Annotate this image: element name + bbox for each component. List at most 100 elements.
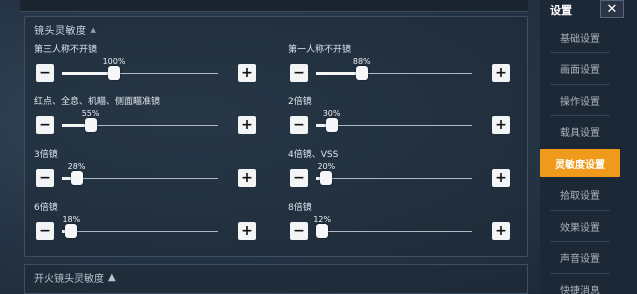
setting-label: 第一人称不开镜 <box>288 45 352 55</box>
slider-track[interactable] <box>62 224 218 238</box>
setting-value: 55% <box>81 109 100 118</box>
setting-label: 红点、全息、机瞄、侧面瞄准镜 <box>34 97 161 107</box>
section-title-camera[interactable]: 镜头灵敏度 ▲ <box>34 22 97 38</box>
sidebar-item[interactable]: 基础设置 <box>540 23 620 51</box>
decrease-button[interactable]: − <box>290 64 308 82</box>
sensitivity-setting: 8倍镜 12% − + <box>288 200 510 250</box>
increase-button[interactable]: + <box>238 222 256 240</box>
decrease-button[interactable]: − <box>36 222 54 240</box>
slider-fill <box>62 72 114 75</box>
slider-thumb[interactable] <box>65 224 78 238</box>
sensitivity-setting: 3倍镜 28% − + <box>34 147 256 197</box>
collapse-caret-icon: ▲ <box>90 25 97 34</box>
minus-icon: − <box>39 223 51 239</box>
plus-icon: + <box>495 65 507 81</box>
slider-thumb[interactable] <box>325 118 338 132</box>
setting-value: 100% <box>102 57 126 66</box>
setting-value: 12% <box>313 215 332 224</box>
sidebar-header: 设置 ✕ <box>540 0 637 20</box>
setting-value: 18% <box>62 215 81 224</box>
minus-icon: − <box>293 223 305 239</box>
section-title-fire[interactable]: 开火镜头灵敏度 ▲ <box>34 270 116 285</box>
sidebar-item[interactable]: 效果设置 <box>540 212 620 240</box>
decrease-button[interactable]: − <box>36 169 54 187</box>
sensitivity-setting: 第一人称不开镜 88% − + <box>288 42 510 92</box>
minus-icon: − <box>39 170 51 186</box>
plus-icon: + <box>495 170 507 186</box>
section-title-label: 镜头灵敏度 <box>34 26 87 37</box>
setting-label: 6倍镜 <box>34 203 58 213</box>
sensitivity-setting: 红点、全息、机瞄、侧面瞄准镜 55% − + <box>34 94 256 144</box>
decrease-button[interactable]: − <box>290 222 308 240</box>
slider-track[interactable] <box>62 66 218 80</box>
settings-screen: 镜头灵敏度 ▲ 第三人称不开镜 100% − + 第一人称不开镜 88% − + 红点、全息、机… <box>0 0 637 294</box>
slider-thumb[interactable] <box>320 171 333 185</box>
close-button[interactable]: ✕ <box>600 0 624 18</box>
sidebar-item[interactable]: 载具设置 <box>540 118 620 146</box>
increase-button[interactable]: + <box>492 222 510 240</box>
minus-icon: − <box>293 65 305 81</box>
setting-label: 3倍镜 <box>34 150 58 160</box>
sidebar-divider <box>550 52 610 53</box>
slider-track[interactable] <box>316 171 472 185</box>
collapse-caret-icon: ▲ <box>108 272 116 283</box>
increase-button[interactable]: + <box>492 64 510 82</box>
plus-icon: + <box>241 117 253 133</box>
sidebar-item[interactable]: 声音设置 <box>540 244 620 272</box>
sidebar-divider <box>550 272 610 274</box>
plus-icon: + <box>495 117 507 133</box>
settings-sidebar: 设置 ✕ 基础设置画面设置操作设置载具设置灵敏度设置拾取设置效果设置声音设置快捷… <box>540 0 637 294</box>
decrease-button[interactable]: − <box>36 64 54 82</box>
close-icon: ✕ <box>606 1 618 17</box>
slider-track[interactable] <box>62 171 218 185</box>
plus-icon: + <box>495 223 507 239</box>
increase-button[interactable]: + <box>238 169 256 187</box>
minus-icon: − <box>39 117 51 133</box>
plus-icon: + <box>241 170 253 186</box>
minus-icon: − <box>293 170 305 186</box>
decrease-button[interactable]: − <box>290 169 308 187</box>
setting-value: 88% <box>352 57 371 66</box>
sidebar-divider <box>550 83 610 85</box>
setting-label: 2倍镜 <box>288 97 312 107</box>
slider-thumb[interactable] <box>70 171 83 185</box>
minus-icon: − <box>293 117 305 133</box>
sidebar-divider <box>550 209 610 211</box>
decrease-button[interactable]: − <box>290 116 308 134</box>
sidebar-item[interactable]: 拾取设置 <box>540 181 620 209</box>
slider-thumb[interactable] <box>84 118 97 132</box>
slider-track[interactable] <box>316 118 472 132</box>
increase-button[interactable]: + <box>492 169 510 187</box>
slider-thumb[interactable] <box>108 66 120 80</box>
sidebar-title: 设置 <box>550 4 572 17</box>
top-strip <box>20 0 528 12</box>
plus-icon: + <box>241 65 253 81</box>
sidebar-item[interactable]: 灵敏度设置 <box>540 149 620 177</box>
increase-button[interactable]: + <box>238 116 256 134</box>
increase-button[interactable]: + <box>238 64 256 82</box>
plus-icon: + <box>241 223 253 239</box>
setting-value: 30% <box>322 109 341 118</box>
sidebar-item[interactable]: 快捷消息 <box>540 275 620 294</box>
slider-thumb[interactable] <box>355 66 368 80</box>
setting-label: 4倍镜、VSS <box>288 150 339 160</box>
slider-track[interactable] <box>62 118 218 132</box>
sidebar-item[interactable]: 画面设置 <box>540 55 620 83</box>
sensitivity-setting: 4倍镜、VSS 20% − + <box>288 147 510 197</box>
setting-label: 8倍镜 <box>288 203 312 213</box>
slider-thumb[interactable] <box>316 224 329 238</box>
sensitivity-setting: 6倍镜 18% − + <box>34 200 256 250</box>
setting-value: 20% <box>317 162 336 171</box>
sidebar-divider <box>550 241 610 242</box>
decrease-button[interactable]: − <box>36 116 54 134</box>
minus-icon: − <box>39 65 51 81</box>
setting-value: 28% <box>67 162 86 171</box>
sensitivity-setting: 第三人称不开镜 100% − + <box>34 42 256 92</box>
setting-label: 第三人称不开镜 <box>34 45 98 55</box>
slider-track[interactable] <box>316 224 472 238</box>
slider-track[interactable] <box>316 66 472 80</box>
section-title-label: 开火镜头灵敏度 <box>34 274 104 285</box>
sidebar-item[interactable]: 操作设置 <box>540 86 620 114</box>
increase-button[interactable]: + <box>492 116 510 134</box>
sensitivity-setting: 2倍镜 30% − + <box>288 94 510 144</box>
